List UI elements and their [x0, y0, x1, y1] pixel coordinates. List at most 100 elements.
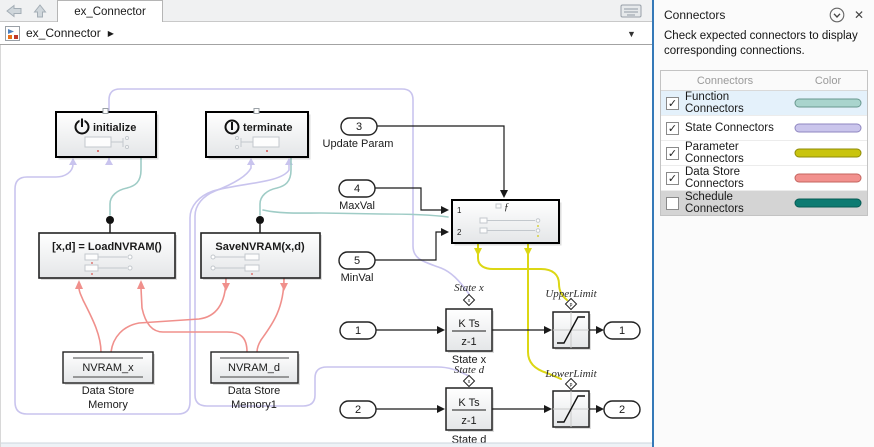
panel-menu-icon[interactable] — [829, 7, 845, 23]
block-nvram-d[interactable]: NVRAM_d — [211, 352, 300, 385]
svg-text:p: p — [570, 382, 573, 388]
subsystem-port1-label: 1 — [457, 206, 462, 215]
function-connector-term[interactable] — [260, 157, 291, 215]
datastore-color-swatch — [794, 173, 862, 183]
block-load-nvram[interactable]: [x,d] = LoadNVRAM() — [39, 216, 177, 280]
port-out-2[interactable]: 2 — [604, 401, 640, 418]
datastore-checkbox[interactable]: ✓ — [666, 172, 679, 185]
signal-arrow — [437, 326, 445, 334]
parameter-connector-lower[interactable] — [528, 243, 561, 379]
state-checkbox[interactable]: ✓ — [666, 122, 679, 135]
port-4[interactable]: 4 — [339, 180, 375, 197]
back-arrow-icon[interactable] — [5, 3, 23, 19]
integrator-denominator: z-1 — [461, 415, 476, 427]
state-d-badge[interactable]: x — [464, 376, 475, 387]
function-call-icon: ƒ — [504, 202, 509, 213]
datastore-arrow — [280, 283, 288, 291]
row-label: Parameter Connectors — [685, 141, 789, 165]
panel-title: Connectors — [664, 8, 823, 22]
row-label: Schedule Connectors — [685, 191, 789, 215]
connectors-table: Connectors Color ✓ Function Connectors ✓… — [660, 70, 868, 216]
row-datastore-connectors[interactable]: ✓ Data Store Connectors — [661, 166, 867, 191]
port-3-number: 3 — [356, 121, 362, 133]
breadcrumb-dropdown-icon[interactable]: ▼ — [627, 29, 636, 39]
tab-bar: ex_Connector — [0, 0, 652, 22]
tab-label: ex_Connector — [74, 6, 146, 18]
function-checkbox[interactable]: ✓ — [666, 97, 679, 110]
signal-arrow — [441, 206, 449, 214]
block-subsystem[interactable]: 1 2 ƒ — [452, 200, 562, 246]
signal-arrow — [441, 228, 449, 236]
port-in-2[interactable]: 2 — [340, 401, 376, 418]
function-trigger-port — [106, 216, 114, 224]
row-function-connectors[interactable]: ✓ Function Connectors — [661, 91, 867, 116]
parameter-color-swatch — [794, 148, 862, 158]
port-in-1[interactable]: 1 — [340, 322, 376, 339]
block-saturation-lower[interactable] — [553, 391, 591, 429]
up-arrow-icon[interactable] — [31, 3, 49, 19]
dsm-x-caption-1: Data Store — [82, 385, 135, 397]
schedule-checkbox[interactable] — [666, 197, 679, 210]
row-state-connectors[interactable]: ✓ State Connectors — [661, 116, 867, 141]
header-color: Color — [789, 75, 867, 87]
datastore-arrow — [75, 280, 83, 289]
block-nvram-x[interactable]: NVRAM_x — [63, 352, 155, 385]
signal-arrow — [544, 326, 552, 334]
signal-maxval[interactable] — [375, 188, 441, 210]
function-connector-init[interactable] — [110, 157, 141, 215]
connectors-panel: Connectors ✕ Check expected connectors t… — [652, 0, 874, 447]
port-5-caption: MinVal — [341, 272, 374, 284]
event-port-square — [103, 109, 108, 114]
row-label: Data Store Connectors — [685, 166, 789, 190]
port-in-1-number: 1 — [355, 325, 361, 337]
svg-text:p: p — [570, 302, 573, 308]
datastore-connector-3[interactable] — [111, 278, 226, 352]
row-schedule-connectors[interactable]: Schedule Connectors — [661, 191, 867, 215]
signal-arrow — [500, 190, 508, 198]
signal-update-param[interactable] — [377, 126, 504, 190]
port-4-number: 4 — [354, 183, 360, 195]
breadcrumb-caret-icon[interactable]: ▶ — [108, 29, 114, 38]
datastore-arrow — [137, 280, 145, 289]
port-in-2-number: 2 — [355, 404, 361, 416]
signal-arrow — [596, 326, 604, 334]
state-x-badge[interactable]: x — [464, 295, 475, 306]
block-initialize[interactable]: initialize — [56, 109, 159, 160]
breadcrumb-bar: ex_Connector ▶ ▼ — [0, 22, 652, 45]
diagram-canvas[interactable]: initialize terminate — [0, 45, 652, 447]
port-3[interactable]: 3 — [341, 118, 377, 135]
port-5[interactable]: 5 — [339, 252, 375, 269]
load-nvram-title: [x,d] = LoadNVRAM() — [52, 241, 162, 253]
subsystem-fcn-square — [496, 204, 501, 208]
block-terminate[interactable]: terminate — [206, 109, 311, 160]
signal-minval[interactable] — [375, 232, 441, 260]
keyboard-icon[interactable] — [620, 4, 642, 18]
terminate-label: terminate — [243, 122, 293, 134]
row-parameter-connectors[interactable]: ✓ Parameter Connectors — [661, 141, 867, 166]
datastore-connector-1[interactable] — [79, 288, 101, 352]
state-d-annotation: State d — [454, 364, 485, 376]
breadcrumb[interactable]: ex_Connector — [26, 26, 101, 40]
table-header: Connectors Color — [661, 71, 867, 91]
lower-limit-badge[interactable]: p — [566, 379, 577, 390]
block-state-d[interactable]: K Ts z-1 — [446, 388, 494, 432]
block-state-x[interactable]: K Ts z-1 — [446, 309, 494, 353]
dsm-d-caption-1: Data Store — [228, 385, 281, 397]
port-out-1[interactable]: 1 — [604, 322, 640, 339]
event-port-square — [254, 109, 259, 114]
integrator-numerator: K Ts — [458, 318, 480, 330]
subsystem-port2-label: 2 — [457, 228, 462, 237]
port-out-1-number: 1 — [619, 325, 625, 337]
tab-ex-connector[interactable]: ex_Connector — [57, 0, 163, 22]
signal-arrow — [596, 405, 604, 413]
close-icon[interactable]: ✕ — [854, 8, 864, 22]
dsm-d-caption-2: Memory1 — [231, 399, 277, 411]
parameter-checkbox[interactable]: ✓ — [666, 147, 679, 160]
block-save-nvram[interactable]: SaveNVRAM(x,d) — [201, 216, 322, 280]
save-nvram-title: SaveNVRAM(x,d) — [215, 241, 305, 253]
function-color-swatch — [794, 98, 862, 108]
datastore-connector-4[interactable] — [257, 278, 284, 352]
signal-arrow — [437, 405, 445, 413]
parameter-arrow — [524, 248, 532, 256]
block-saturation-upper[interactable] — [553, 312, 591, 350]
